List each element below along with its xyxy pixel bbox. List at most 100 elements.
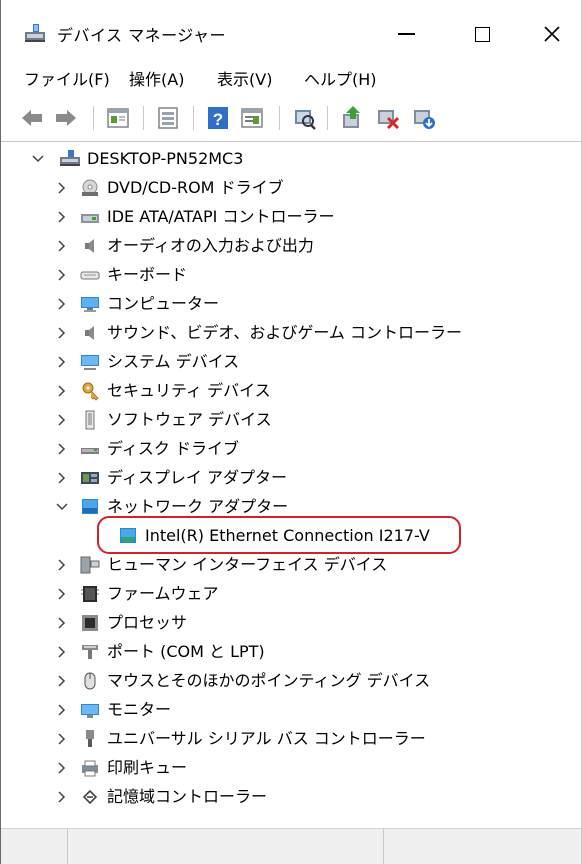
tree-item-label: ユニバーサル シリアル バス コントローラー: [107, 729, 426, 748]
tree-category-item[interactable]: セキュリティ デバイス: [1, 378, 561, 404]
display-adapter-icon: [81, 472, 99, 484]
tree-category-item[interactable]: 記憶域コントローラー: [1, 784, 561, 810]
chevron-right-icon[interactable]: [55, 442, 69, 456]
chevron-right-icon[interactable]: [55, 703, 69, 717]
tree-item-label: コンピューター: [107, 294, 220, 313]
view-icon[interactable]: [239, 104, 265, 132]
tree-category-item[interactable]: マウスとそのほかのポインティング デバイス: [1, 668, 561, 694]
tree-item-label: プロセッサ: [107, 613, 188, 632]
toolbar-separator: [93, 106, 94, 130]
tree-category-item[interactable]: キーボード: [1, 262, 561, 288]
status-divider: [383, 829, 384, 864]
software-icon: [85, 410, 95, 430]
chevron-right-icon[interactable]: [55, 326, 69, 340]
tree-item-label: 印刷キュー: [107, 758, 188, 777]
chevron-right-icon[interactable]: [55, 790, 69, 804]
tree-root-label: DESKTOP-PN52MC3: [87, 149, 244, 168]
title-bar[interactable]: デバイス マネージャー: [1, 0, 581, 64]
toolbar-separator: [279, 106, 280, 130]
tree-category-item[interactable]: コンピューター: [1, 291, 561, 317]
properties-icon[interactable]: [105, 104, 131, 132]
tree-category-item[interactable]: ファームウェア: [1, 581, 561, 607]
chevron-right-icon[interactable]: [55, 674, 69, 688]
chevron-right-icon[interactable]: [55, 732, 69, 746]
tree-category-item[interactable]: ユニバーサル シリアル バス コントローラー: [1, 726, 561, 752]
disable-icon[interactable]: [375, 104, 401, 132]
svg-text:?: ?: [213, 110, 223, 129]
minimize-icon: [397, 33, 415, 35]
tree-item-label: オーディオの入力および出力: [107, 236, 314, 255]
chevron-right-icon[interactable]: [55, 210, 69, 224]
chevron-right-icon[interactable]: [55, 413, 69, 427]
menu-view[interactable]: 表示(V): [217, 66, 272, 90]
chevron-right-icon[interactable]: [55, 181, 69, 195]
scan-icon[interactable]: [291, 104, 317, 132]
printer-icon: [82, 760, 98, 777]
minimize-button[interactable]: [383, 14, 429, 54]
tree-item-label: システム デバイス: [107, 352, 240, 371]
computer-icon: [81, 297, 99, 312]
tree-category-item[interactable]: ポート (COM と LPT): [1, 639, 561, 665]
uninstall-icon[interactable]: [411, 104, 437, 132]
chevron-down-icon[interactable]: [31, 152, 45, 166]
tree-category-item[interactable]: モニター: [1, 697, 561, 723]
ide-icon: [81, 214, 99, 223]
processor-icon: [82, 615, 98, 631]
tree-item-label: ヒューマン インターフェイス デバイス: [107, 555, 388, 574]
system-icon: [81, 355, 99, 370]
tree-item-label: IDE ATA/ATAPI コントローラー: [107, 207, 335, 226]
chevron-right-icon[interactable]: [55, 239, 69, 253]
tree-item-label: サウンド、ビデオ、およびゲーム コントローラー: [107, 323, 463, 342]
chevron-right-icon[interactable]: [55, 761, 69, 775]
chevron-right-icon[interactable]: [55, 558, 69, 572]
security-icon: [82, 382, 99, 401]
tree-category-item[interactable]: ソフトウェア デバイス: [1, 407, 561, 433]
device-tree: DESKTOP-PN52MC3 DVD/CD-ROM ドライブ IDE ATA/A…: [1, 142, 581, 828]
update-driver-icon[interactable]: [339, 104, 365, 132]
toolbar-separator: [327, 106, 328, 130]
chevron-down-icon[interactable]: [55, 500, 69, 514]
monitor-icon: [81, 704, 99, 718]
tree-root[interactable]: DESKTOP-PN52MC3: [1, 146, 561, 172]
chevron-right-icon[interactable]: [55, 471, 69, 485]
network-icon: [82, 499, 98, 514]
back-icon[interactable]: [19, 104, 45, 132]
tree-item-label: 記憶域コントローラー: [107, 787, 268, 806]
maximize-button[interactable]: [459, 14, 505, 54]
tree-category-item[interactable]: IDE ATA/ATAPI コントローラー: [1, 204, 561, 230]
speaker-icon: [85, 239, 94, 253]
tree-item-label: モニター: [107, 700, 172, 719]
toolbar-separator: [193, 106, 194, 130]
tree-category-item[interactable]: ディスプレイ アダプター: [1, 465, 561, 491]
forward-icon[interactable]: [53, 104, 79, 132]
hid-icon: [80, 556, 100, 574]
tree-category-item[interactable]: ヒューマン インターフェイス デバイス: [1, 552, 561, 578]
chevron-right-icon[interactable]: [55, 616, 69, 630]
tree-category-item[interactable]: プロセッサ: [1, 610, 561, 636]
tree-category-item[interactable]: オーディオの入力および出力: [1, 233, 561, 259]
status-divider: [67, 829, 68, 864]
chevron-right-icon[interactable]: [55, 384, 69, 398]
chevron-right-icon[interactable]: [55, 587, 69, 601]
help-icon[interactable]: ?: [205, 104, 231, 132]
chevron-right-icon[interactable]: [55, 355, 69, 369]
tree-category-item[interactable]: DVD/CD-ROM ドライブ: [1, 175, 561, 201]
tree-category-item[interactable]: ディスク ドライブ: [1, 436, 561, 462]
menu-file[interactable]: ファイル(F): [24, 66, 110, 90]
chevron-right-icon[interactable]: [55, 645, 69, 659]
close-button[interactable]: [529, 14, 575, 54]
highlight-annotation: [97, 516, 461, 554]
update-icon[interactable]: [155, 104, 181, 132]
tree-category-item[interactable]: システム デバイス: [1, 349, 561, 375]
chevron-right-icon[interactable]: [55, 268, 69, 282]
disk-icon: [81, 448, 99, 454]
close-icon: [544, 26, 560, 42]
menu-help[interactable]: ヘルプ(H): [304, 66, 377, 90]
chevron-right-icon[interactable]: [55, 297, 69, 311]
menu-action[interactable]: 操作(A): [129, 66, 184, 90]
computer-root-icon: [60, 150, 80, 166]
tree-category-item[interactable]: サウンド、ビデオ、およびゲーム コントローラー: [1, 320, 561, 346]
tree-category-item[interactable]: 印刷キュー: [1, 755, 561, 781]
firmware-icon: [81, 586, 99, 602]
tree-item-label: ファームウェア: [107, 584, 219, 603]
